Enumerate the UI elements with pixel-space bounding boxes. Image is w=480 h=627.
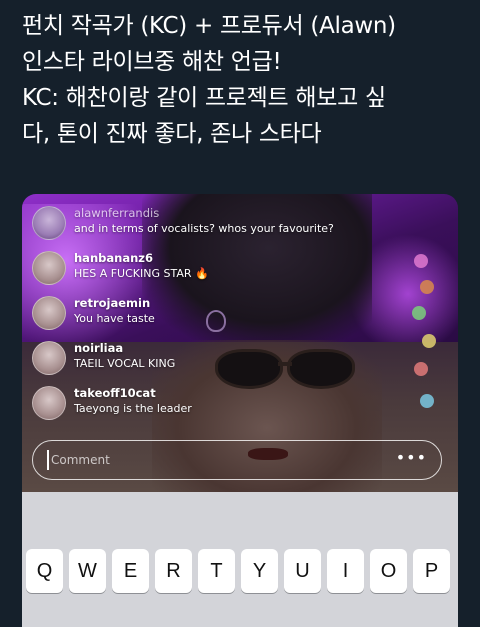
- comment-username: hanbananz6: [74, 251, 153, 265]
- heart-icon: [414, 254, 428, 268]
- text-cursor: [47, 450, 49, 470]
- avatar: [32, 386, 66, 420]
- key-p[interactable]: P: [413, 549, 450, 593]
- tweet-line: 인스타 라이브중 해찬 언급!: [22, 49, 282, 75]
- comment-username: retrojaemin: [74, 296, 151, 310]
- comment-item: takeoff10cat Taeyong is the leader: [32, 384, 372, 428]
- comment-message: TAEIL VOCAL KING: [74, 357, 176, 370]
- tweet-media-screenshot[interactable]: alawnferrandis and in terms of vocalists…: [22, 194, 458, 627]
- comment-item: retrojaemin You have taste: [32, 294, 372, 338]
- avatar: [32, 341, 66, 375]
- tweet-line: 펀치 작곡가 (KC) + 프로듀서 (Alawn): [22, 13, 396, 39]
- tweet-line: 다, 톤이 진짜 좋다, 존나 스타다: [22, 121, 322, 147]
- comment-item: alawnferrandis and in terms of vocalists…: [32, 204, 372, 248]
- comment-username: noirliaa: [74, 341, 124, 355]
- comment-message: Taeyong is the leader: [74, 402, 192, 415]
- tweet-text: 펀치 작곡가 (KC) + 프로듀서 (Alawn) 인스타 라이브중 해찬 언…: [22, 8, 472, 152]
- key-r[interactable]: R: [155, 549, 192, 593]
- tweet-line: KC: 해찬이랑 같이 프로젝트 해보고 싶: [22, 85, 386, 111]
- heart-icon: [414, 362, 428, 376]
- comment-username: alawnferrandis: [74, 206, 160, 220]
- heart-icon: [412, 306, 426, 320]
- key-i[interactable]: I: [327, 549, 364, 593]
- comment-message: You have taste: [74, 312, 155, 325]
- floating-hearts: [410, 254, 440, 434]
- comment-message: and in terms of vocalists? whos your fav…: [74, 222, 334, 235]
- comment-username: takeoff10cat: [74, 386, 156, 400]
- avatar: [32, 206, 66, 240]
- comment-message: HES A FUCKING STAR 🔥: [74, 267, 209, 280]
- more-options-icon[interactable]: •••: [396, 448, 427, 467]
- heart-icon: [420, 394, 434, 408]
- key-t[interactable]: T: [198, 549, 235, 593]
- key-u[interactable]: U: [284, 549, 321, 593]
- avatar: [32, 296, 66, 330]
- key-w[interactable]: W: [69, 549, 106, 593]
- key-q[interactable]: Q: [26, 549, 63, 593]
- comment-item: hanbananz6 HES A FUCKING STAR 🔥: [32, 249, 372, 293]
- comment-placeholder: Comment: [51, 453, 110, 467]
- key-o[interactable]: O: [370, 549, 407, 593]
- comment-item: noirliaa TAEIL VOCAL KING: [32, 339, 372, 383]
- heart-icon: [420, 280, 434, 294]
- live-comments: alawnferrandis and in terms of vocalists…: [32, 204, 372, 429]
- keyboard-row-1: Q W E R T Y U I O P: [26, 549, 456, 595]
- heart-icon: [422, 334, 436, 348]
- key-e[interactable]: E: [112, 549, 149, 593]
- avatar: [32, 251, 66, 285]
- comment-input[interactable]: Comment •••: [32, 440, 442, 480]
- key-y[interactable]: Y: [241, 549, 278, 593]
